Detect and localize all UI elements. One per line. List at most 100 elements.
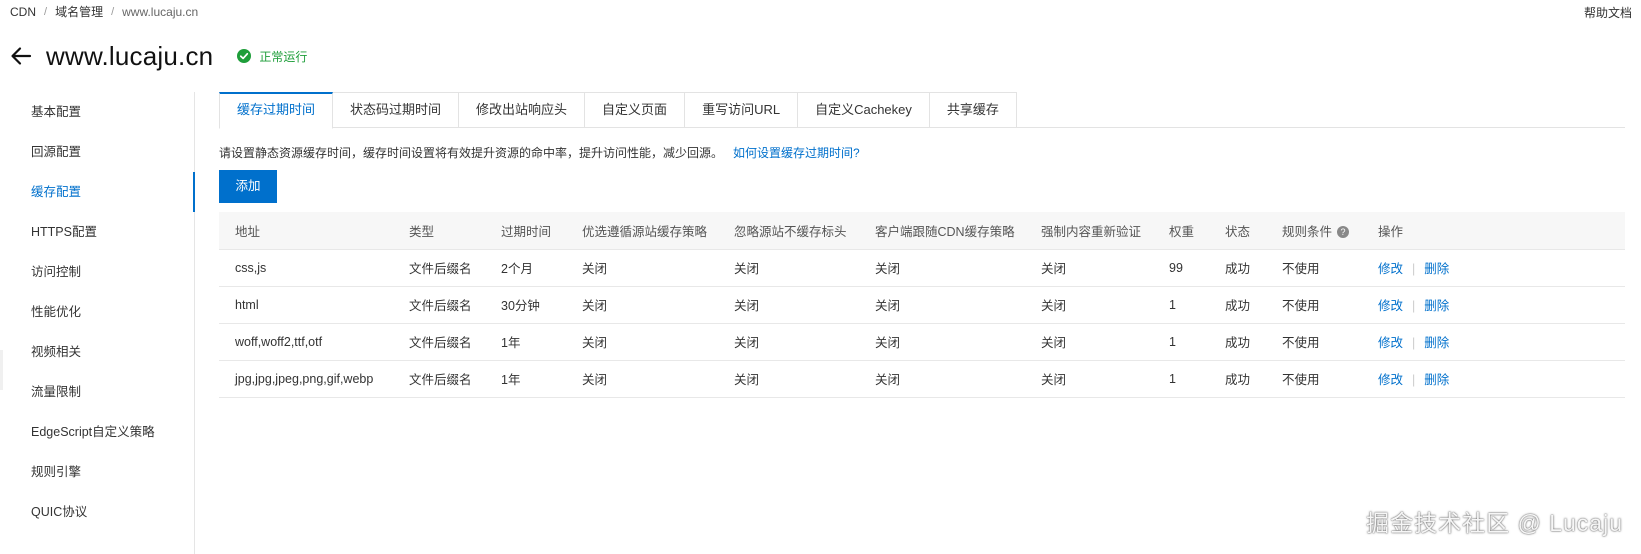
edit-link[interactable]: 修改 <box>1378 336 1403 350</box>
cell-ignore-no-cache: 关闭 <box>718 286 859 324</box>
delete-link[interactable]: 删除 <box>1424 299 1449 313</box>
cell-follow-origin: 关闭 <box>566 286 718 324</box>
cell-follow-origin: 关闭 <box>566 249 718 287</box>
sidebar-item-edgescript[interactable]: EdgeScript自定义策略 <box>0 412 194 452</box>
sidebar-item-quic[interactable]: QUIC协议 <box>0 492 194 532</box>
back-arrow-icon[interactable] <box>10 45 32 67</box>
sidebar-nav: 基本配置 回源配置 缓存配置 HTTPS配置 访问控制 性能优化 视频相关 流量… <box>0 92 195 554</box>
sidebar-item-video[interactable]: 视频相关 <box>0 332 194 372</box>
cell-client-follow: 关闭 <box>859 360 1025 398</box>
tab-custom-page[interactable]: 自定义页面 <box>585 92 686 128</box>
tab-cache-expiration[interactable]: 缓存过期时间 <box>219 92 334 129</box>
sidebar-item-performance[interactable]: 性能优化 <box>0 292 194 332</box>
cell-type: 文件后缀名 <box>393 249 485 287</box>
cell-follow-origin: 关闭 <box>566 360 718 398</box>
cell-type: 文件后缀名 <box>393 360 485 398</box>
column-header-condition-label: 规则条件 <box>1282 224 1333 239</box>
breadcrumb-domain-management[interactable]: 域名管理 <box>55 3 103 20</box>
column-header-ignore-no-cache: 忽略源站不缓存标头 <box>718 212 859 250</box>
cell-condition: 不使用 <box>1266 286 1362 324</box>
table-row: html 文件后缀名 30分钟 关闭 关闭 关闭 关闭 1 成功 不使用 修改 |… <box>219 286 1625 324</box>
cell-condition: 不使用 <box>1266 323 1362 361</box>
cell-status: 成功 <box>1209 286 1266 324</box>
page-header: www.lucaju.cn 正常运行 <box>10 38 307 74</box>
help-docs-link[interactable]: 帮助文档 <box>1584 4 1632 21</box>
page-title: www.lucaju.cn <box>46 40 214 71</box>
edit-link[interactable]: 修改 <box>1378 373 1403 387</box>
cell-client-follow: 关闭 <box>859 323 1025 361</box>
cell-client-follow: 关闭 <box>859 249 1025 287</box>
sidebar-item-rules-engine[interactable]: 规则引擎 <box>0 452 194 492</box>
column-header-status: 状态 <box>1209 212 1266 250</box>
cell-address: html <box>219 286 393 324</box>
cell-expire: 30分钟 <box>485 286 566 324</box>
cell-type: 文件后缀名 <box>393 286 485 324</box>
cell-status: 成功 <box>1209 249 1266 287</box>
status-badge: 正常运行 <box>237 48 307 65</box>
cell-status: 成功 <box>1209 323 1266 361</box>
sidebar-collapse-handle[interactable] <box>0 350 3 390</box>
cell-ignore-no-cache: 关闭 <box>718 323 859 361</box>
watermark: 掘金技术社区 @ Lucaju <box>1366 510 1623 536</box>
edit-link[interactable]: 修改 <box>1378 299 1403 313</box>
cell-client-follow: 关闭 <box>859 286 1025 324</box>
description-text: 请设置静态资源缓存时间，缓存时间设置将有效提升资源的命中率，提升访问性能，减少回… <box>219 146 724 160</box>
column-header-address: 地址 <box>219 212 393 250</box>
column-header-revalidate: 强制内容重新验证 <box>1025 212 1153 250</box>
delete-link[interactable]: 删除 <box>1424 336 1449 350</box>
sidebar-item-cache-config[interactable]: 缓存配置 <box>0 172 195 212</box>
tab-custom-cachekey[interactable]: 自定义Cachekey <box>798 92 930 128</box>
tab-rewrite-url[interactable]: 重写访问URL <box>685 92 799 128</box>
column-header-type: 类型 <box>393 212 485 250</box>
cell-expire: 1年 <box>485 323 566 361</box>
sidebar-item-basic-config[interactable]: 基本配置 <box>0 92 194 132</box>
breadcrumb-current-domain: www.lucaju.cn <box>122 4 199 19</box>
breadcrumb: CDN / 域名管理 / www.lucaju.cn <box>10 3 198 20</box>
cell-revalidate: 关闭 <box>1025 249 1153 287</box>
tab-response-headers[interactable]: 修改出站响应头 <box>459 92 586 128</box>
cell-type: 文件后缀名 <box>393 323 485 361</box>
cell-address: jpg,jpg,jpeg,png,gif,webp <box>219 360 393 398</box>
table-row: woff,woff2,ttf,otf 文件后缀名 1年 关闭 关闭 关闭 关闭 … <box>219 323 1625 361</box>
column-header-weight: 权重 <box>1153 212 1209 250</box>
column-header-condition: 规则条件? <box>1266 212 1362 250</box>
cell-revalidate: 关闭 <box>1025 286 1153 324</box>
cell-ignore-no-cache: 关闭 <box>718 249 859 287</box>
cell-revalidate: 关闭 <box>1025 323 1153 361</box>
cell-actions: 修改 | 删除 <box>1362 249 1625 287</box>
tab-status-code-expiration[interactable]: 状态码过期时间 <box>333 92 460 128</box>
tab-shared-cache[interactable]: 共享缓存 <box>929 92 1017 128</box>
delete-link[interactable]: 删除 <box>1424 262 1449 276</box>
cell-expire: 1年 <box>485 360 566 398</box>
cell-condition: 不使用 <box>1266 360 1362 398</box>
table-row: css,js 文件后缀名 2个月 关闭 关闭 关闭 关闭 99 成功 不使用 修… <box>219 249 1625 287</box>
sidebar-item-origin-config[interactable]: 回源配置 <box>0 132 194 172</box>
cell-status: 成功 <box>1209 360 1266 398</box>
edit-link[interactable]: 修改 <box>1378 262 1403 276</box>
sidebar-item-https-config[interactable]: HTTPS配置 <box>0 212 194 252</box>
breadcrumb-separator: / <box>111 5 115 18</box>
action-divider: | <box>1412 299 1416 313</box>
sidebar-item-access-control[interactable]: 访问控制 <box>0 252 194 292</box>
description: 请设置静态资源缓存时间，缓存时间设置将有效提升资源的命中率，提升访问性能，减少回… <box>219 144 1625 162</box>
add-button[interactable]: 添加 <box>219 170 277 203</box>
delete-link[interactable]: 删除 <box>1424 373 1449 387</box>
cell-expire: 2个月 <box>485 249 566 287</box>
cell-actions: 修改 | 删除 <box>1362 323 1625 361</box>
breadcrumb-cdn[interactable]: CDN <box>10 5 36 19</box>
column-header-follow-origin: 优选遵循源站缓存策略 <box>566 212 718 250</box>
cell-address: woff,woff2,ttf,otf <box>219 323 393 361</box>
cell-actions: 修改 | 删除 <box>1362 286 1625 324</box>
sidebar-item-traffic-limit[interactable]: 流量限制 <box>0 372 194 412</box>
status-text: 正常运行 <box>259 49 308 64</box>
cell-weight: 1 <box>1153 286 1209 324</box>
action-divider: | <box>1412 336 1416 350</box>
column-header-client-follow: 客户端跟随CDN缓存策略 <box>859 212 1025 250</box>
question-circle-icon[interactable]: ? <box>1337 226 1350 239</box>
cell-weight: 1 <box>1153 360 1209 398</box>
description-help-link[interactable]: 如何设置缓存过期时间? <box>733 146 860 160</box>
cell-weight: 1 <box>1153 323 1209 361</box>
action-divider: | <box>1412 373 1416 387</box>
cache-rules-table: 地址 类型 过期时间 优选遵循源站缓存策略 忽略源站不缓存标头 客户端跟随CDN… <box>219 212 1625 398</box>
table-header-row: 地址 类型 过期时间 优选遵循源站缓存策略 忽略源站不缓存标头 客户端跟随CDN… <box>219 212 1625 250</box>
